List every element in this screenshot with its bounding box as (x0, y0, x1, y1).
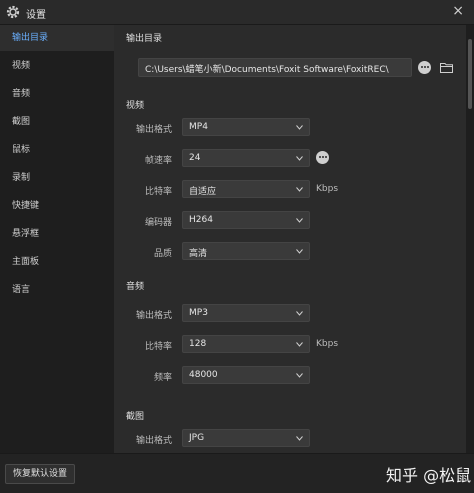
chevron-down-icon (296, 156, 303, 161)
sidebar-item-main-panel[interactable]: 主面板 (0, 249, 114, 275)
sidebar-item-language[interactable]: 语言 (0, 277, 114, 303)
screenshot-format-value: JPG (189, 433, 205, 443)
video-format-value: MP4 (189, 122, 208, 132)
video-quality-label: 品质 (153, 249, 172, 259)
video-format-label: 输出格式 (135, 125, 172, 135)
chevron-down-icon (296, 342, 303, 347)
audio-bitrate-unit: Kbps (316, 339, 339, 349)
audio-bitrate-value: 128 (189, 339, 207, 349)
sidebar-item-video[interactable]: 视频 (0, 53, 114, 79)
sidebar: 输出目录 视频 音频 截图 鼠标 录制 快捷键 悬浮框 主面板 语言 (0, 25, 114, 453)
video-quality-value: 高清 (189, 249, 208, 259)
scrollbar-thumb[interactable] (468, 39, 472, 109)
output-path-value: C:\Users\蜡笔小新\Documents\Foxit Software\F… (145, 65, 389, 75)
sidebar-item-hotkeys[interactable]: 快捷键 (0, 193, 114, 219)
audio-bitrate-label: 比特率 (144, 342, 172, 352)
output-path-field[interactable]: C:\Users\蜡笔小新\Documents\Foxit Software\F… (138, 58, 412, 77)
sidebar-item-audio[interactable]: 音频 (0, 81, 114, 107)
video-bitrate-unit: Kbps (316, 184, 339, 194)
close-button[interactable]: × (452, 4, 464, 18)
settings-panel: 输出目录 C:\Users\蜡笔小新\Documents\Foxit Softw… (114, 25, 466, 453)
section-title-audio: 音频 (126, 282, 145, 292)
bottom-bar: 恢复默认设置 知乎 @松鼠 (0, 453, 474, 493)
video-format-select[interactable]: MP4 (182, 118, 310, 136)
video-bitrate-select[interactable]: 自适应 (182, 180, 310, 198)
chevron-down-icon (296, 187, 303, 192)
sidebar-item-screenshot[interactable]: 截图 (0, 109, 114, 135)
reset-defaults-button[interactable]: 恢复默认设置 (5, 464, 75, 484)
section-title-screenshot: 截图 (126, 412, 145, 422)
audio-format-label: 输出格式 (135, 311, 172, 321)
vertical-scrollbar[interactable] (466, 25, 474, 453)
audio-bitrate-select[interactable]: 128 (182, 335, 310, 353)
video-encoder-label: 编码器 (144, 218, 172, 228)
sidebar-item-mouse[interactable]: 鼠标 (0, 137, 114, 163)
gear-icon (6, 5, 20, 19)
chevron-down-icon (296, 125, 303, 130)
sidebar-item-recording[interactable]: 录制 (0, 165, 114, 191)
chevron-down-icon (296, 373, 303, 378)
audio-format-select[interactable]: MP3 (182, 304, 310, 322)
video-fps-value: 24 (189, 153, 201, 163)
folder-icon[interactable] (440, 62, 453, 73)
audio-frequency-value: 48000 (189, 370, 218, 380)
video-encoder-value: H264 (189, 215, 213, 225)
audio-format-value: MP3 (189, 308, 208, 318)
screenshot-format-label: 输出格式 (135, 436, 172, 446)
sidebar-item-floating-box[interactable]: 悬浮框 (0, 221, 114, 247)
title-bar: 设置 × (0, 0, 474, 25)
audio-frequency-select[interactable]: 48000 (182, 366, 310, 384)
video-quality-select[interactable]: 高清 (182, 242, 310, 260)
video-fps-select[interactable]: 24 (182, 149, 310, 167)
fps-more-dots-icon[interactable] (316, 151, 329, 164)
watermark: 知乎 @松鼠 (386, 466, 472, 485)
audio-frequency-label: 频率 (153, 373, 172, 383)
window-title: 设置 (26, 10, 46, 21)
video-bitrate-label: 比特率 (144, 187, 172, 197)
section-title-video: 视频 (126, 101, 145, 111)
section-title-output: 输出目录 (126, 34, 163, 44)
sidebar-item-output-directory[interactable]: 输出目录 (0, 25, 114, 51)
more-dots-icon[interactable] (418, 61, 431, 74)
chevron-down-icon (296, 311, 303, 316)
chevron-down-icon (296, 436, 303, 441)
video-bitrate-value: 自适应 (189, 187, 217, 197)
video-encoder-select[interactable]: H264 (182, 211, 310, 229)
chevron-down-icon (296, 249, 303, 254)
screenshot-format-select[interactable]: JPG (182, 429, 310, 447)
chevron-down-icon (296, 218, 303, 223)
video-fps-label: 帧速率 (144, 156, 172, 166)
